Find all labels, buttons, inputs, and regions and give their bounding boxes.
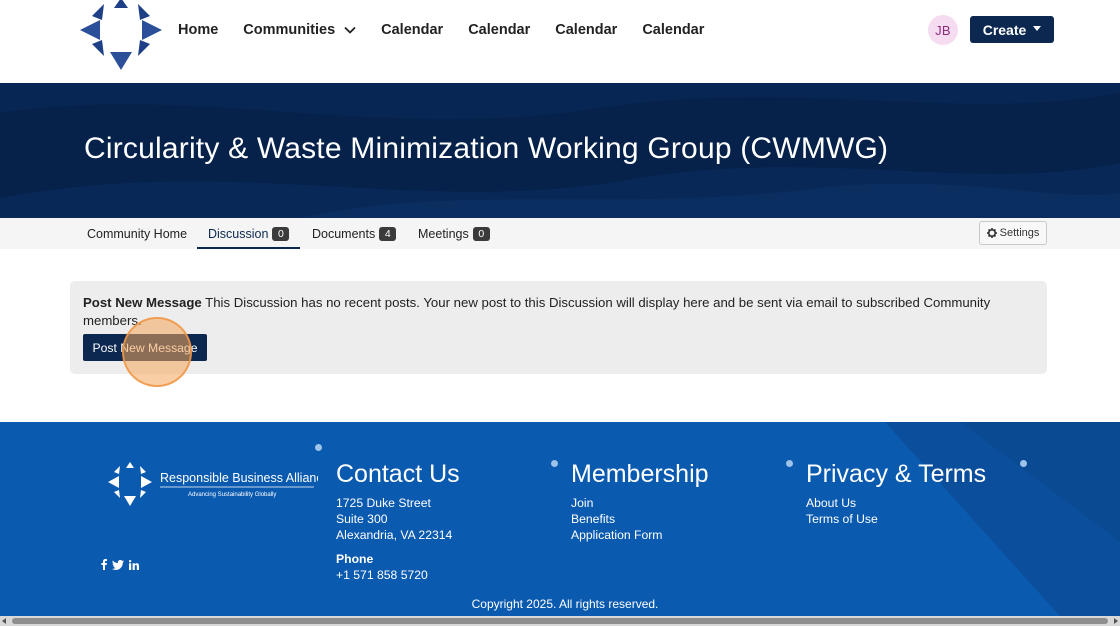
membership-heading: Membership [571, 460, 709, 488]
rba-logo-tagline: Advancing Sustainability Globally [188, 492, 276, 498]
phone-label: Phone [336, 552, 374, 566]
nav-communities[interactable]: Communities [243, 22, 356, 38]
settings-label: Settings [999, 227, 1040, 239]
caret-down-icon [1033, 26, 1042, 31]
documents-count-badge: 4 [379, 226, 397, 241]
social-links [101, 559, 139, 570]
notice-text: Post New Message This Discussion has no … [83, 294, 1043, 330]
main-nav: Home Communities Calendar Calendar Calen… [178, 20, 729, 40]
avatar-initials: JB [935, 22, 951, 38]
scrollbar-thumb[interactable] [12, 618, 1108, 624]
tab-discussion[interactable]: Discussion 0 [197, 218, 301, 249]
notice-heading: Post New Message [83, 295, 202, 310]
community-banner: Circularity & Waste Minimization Working… [0, 83, 1120, 218]
rba-logo[interactable]: Responsible Business Alliance Advancing … [108, 460, 318, 508]
create-label: Create [982, 21, 1027, 38]
contact-heading: Contact Us [336, 460, 460, 488]
nav-calendar[interactable]: Calendar [468, 22, 530, 38]
page: Home Communities Calendar Calendar Calen… [0, 0, 1120, 626]
linkedin-icon[interactable] [129, 559, 139, 570]
empty-discussion-notice: Post New Message This Discussion has no … [70, 281, 1047, 374]
footer-link-benefits[interactable]: Benefits [571, 511, 709, 527]
compass-logo-icon[interactable] [78, 0, 164, 74]
nav-calendar[interactable]: Calendar [642, 22, 704, 38]
community-tabs: Community Home Discussion 0 Documents 4 Me… [0, 218, 1120, 249]
facebook-icon[interactable] [101, 559, 107, 570]
phone-number[interactable]: +1 571 858 5720 [336, 567, 460, 583]
notice-body: This Discussion has no recent posts. You… [83, 295, 991, 328]
footer-dot [551, 460, 558, 467]
create-button[interactable]: Create [970, 16, 1054, 43]
address-line: Alexandria, VA 22314 [336, 528, 453, 542]
footer-dot [786, 460, 793, 467]
tab-community-home[interactable]: Community Home [87, 218, 187, 249]
address-line: 1725 Duke Street [336, 496, 431, 510]
chevron-down-icon [344, 26, 356, 34]
meetings-count-badge: 0 [472, 226, 490, 241]
gear-icon [986, 228, 997, 238]
rba-logo-name: Responsible Business Alliance [160, 471, 318, 485]
privacy-heading: Privacy & Terms [806, 460, 987, 488]
discussion-count-badge: 0 [272, 226, 290, 241]
twitter-icon[interactable] [112, 559, 124, 570]
address-line: Suite 300 [336, 512, 388, 526]
footer-link-join[interactable]: Join [571, 495, 709, 511]
scroll-left-icon[interactable] [2, 618, 6, 624]
tab-documents[interactable]: Documents 4 [312, 218, 397, 249]
tab-meetings[interactable]: Meetings 0 [418, 218, 490, 249]
footer-link-about-us[interactable]: About Us [806, 495, 986, 511]
copyright-text: Copyright 2025. All rights reserved. [471, 597, 659, 611]
nav-home[interactable]: Home [178, 22, 218, 38]
site-footer: Responsible Business Alliance Advancing … [0, 422, 1120, 616]
footer-link-application-form[interactable]: Application Form [571, 527, 709, 543]
footer-dot [1020, 460, 1027, 467]
horizontal-scrollbar[interactable] [0, 616, 1120, 626]
top-navigation: Home Communities Calendar Calendar Calen… [0, 0, 1120, 83]
active-tab-indicator [197, 247, 301, 249]
nav-calendar[interactable]: Calendar [381, 22, 443, 38]
footer-dot [315, 444, 322, 451]
footer-link-terms-of-use[interactable]: Terms of Use [806, 511, 986, 527]
post-new-message-button[interactable]: Post New Message [83, 334, 207, 361]
footer-privacy: Privacy & Terms About Us Terms of Use [806, 460, 986, 527]
footer-contact: Contact Us 1725 Duke Street Suite 300 Al… [336, 460, 460, 583]
post-new-message-label: Post New Message [92, 340, 198, 355]
footer-membership: Membership Join Benefits Application For… [571, 460, 709, 543]
nav-calendar[interactable]: Calendar [555, 22, 617, 38]
user-avatar[interactable]: JB [928, 15, 958, 45]
settings-button[interactable]: Settings [979, 221, 1047, 245]
scroll-right-icon[interactable] [1114, 618, 1118, 624]
community-title: Circularity & Waste Minimization Working… [84, 132, 889, 165]
